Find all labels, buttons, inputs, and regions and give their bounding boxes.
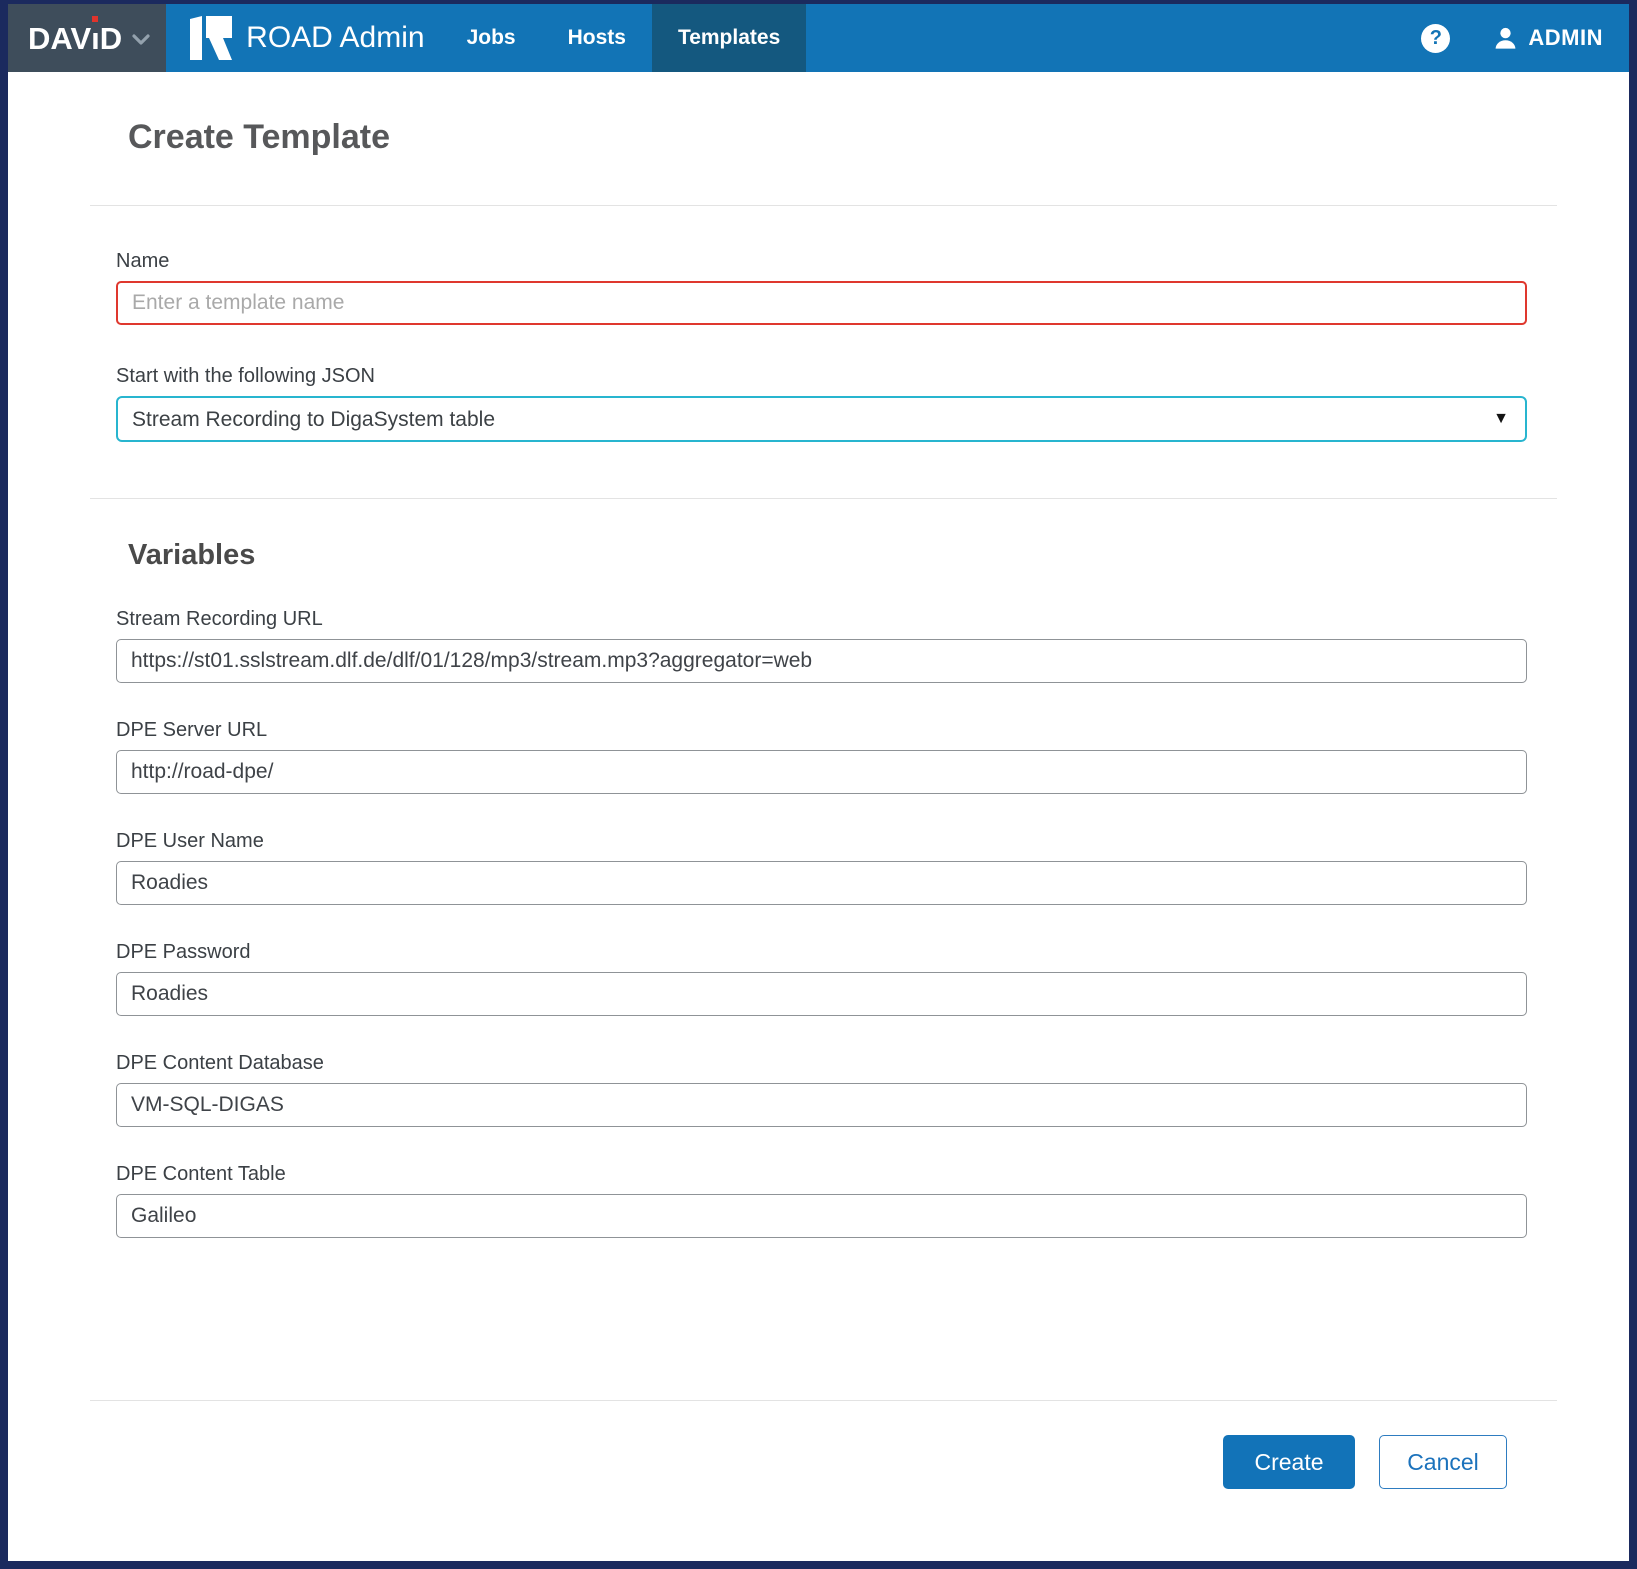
- dpe-user-name-input[interactable]: [116, 861, 1527, 905]
- divider: [90, 498, 1557, 499]
- user-menu[interactable]: ADMIN: [1492, 25, 1603, 52]
- david-logo-i: ı: [91, 23, 100, 54]
- dpe-server-url-group: DPE Server URL: [116, 719, 1527, 794]
- dpe-server-url-input[interactable]: [116, 750, 1527, 794]
- page-title: Create Template: [128, 118, 1527, 157]
- help-icon[interactable]: ?: [1421, 24, 1450, 53]
- top-nav: DAVıD ROAD Admin Jobs Hosts Templates ?: [8, 4, 1629, 72]
- json-template-select[interactable]: Stream Recording to DigaSystem table: [116, 396, 1527, 442]
- json-select-label: Start with the following JSON: [116, 365, 1527, 388]
- divider: [90, 205, 1557, 206]
- footer-divider: [90, 1400, 1557, 1401]
- david-logo: DAVıD: [28, 23, 122, 54]
- variables-heading: Variables: [128, 539, 1527, 572]
- json-select-wrap: Stream Recording to DigaSystem table ▼: [116, 396, 1527, 442]
- json-select-group: Start with the following JSON Stream Rec…: [116, 365, 1527, 442]
- stream-recording-url-label: Stream Recording URL: [116, 608, 1527, 631]
- dpe-user-name-label: DPE User Name: [116, 830, 1527, 853]
- stream-recording-url-group: Stream Recording URL: [116, 608, 1527, 683]
- dpe-server-url-label: DPE Server URL: [116, 719, 1527, 742]
- template-name-input[interactable]: [116, 281, 1527, 325]
- dpe-content-database-input[interactable]: [116, 1083, 1527, 1127]
- road-logo: [190, 4, 232, 72]
- cancel-button[interactable]: Cancel: [1379, 1435, 1507, 1489]
- name-field-group: Name: [116, 250, 1527, 325]
- david-logo-right: D: [100, 23, 122, 54]
- main-content: Create Template Name Start with the foll…: [8, 118, 1629, 1489]
- help-glyph: ?: [1430, 27, 1442, 50]
- dpe-content-table-input[interactable]: [116, 1194, 1527, 1238]
- dpe-password-input[interactable]: [116, 972, 1527, 1016]
- user-icon: [1492, 25, 1519, 52]
- form-actions: Create Cancel: [116, 1435, 1527, 1489]
- nav-tab-hosts[interactable]: Hosts: [542, 4, 652, 72]
- chevron-down-icon: [132, 34, 150, 46]
- stream-recording-url-input[interactable]: [116, 639, 1527, 683]
- dpe-content-database-label: DPE Content Database: [116, 1052, 1527, 1075]
- app-window: DAVıD ROAD Admin Jobs Hosts Templates ?: [0, 0, 1637, 1569]
- dpe-password-group: DPE Password: [116, 941, 1527, 1016]
- nav-tab-jobs[interactable]: Jobs: [441, 4, 542, 72]
- app-title: ROAD Admin: [246, 21, 424, 55]
- user-label: ADMIN: [1528, 25, 1603, 51]
- dpe-password-label: DPE Password: [116, 941, 1527, 964]
- nav-tab-templates[interactable]: Templates: [652, 4, 806, 72]
- nav-tabs: Jobs Hosts Templates: [441, 4, 807, 72]
- create-button[interactable]: Create: [1223, 1435, 1355, 1489]
- nav-right: ? ADMIN: [1421, 4, 1629, 72]
- david-logo-left: DAV: [28, 23, 91, 54]
- road-logo-icon: [190, 16, 232, 60]
- name-label: Name: [116, 250, 1527, 273]
- dpe-content-table-label: DPE Content Table: [116, 1163, 1527, 1186]
- dpe-content-table-group: DPE Content Table: [116, 1163, 1527, 1238]
- dpe-content-database-group: DPE Content Database: [116, 1052, 1527, 1127]
- david-menu[interactable]: DAVıD: [8, 4, 166, 72]
- dpe-user-name-group: DPE User Name: [116, 830, 1527, 905]
